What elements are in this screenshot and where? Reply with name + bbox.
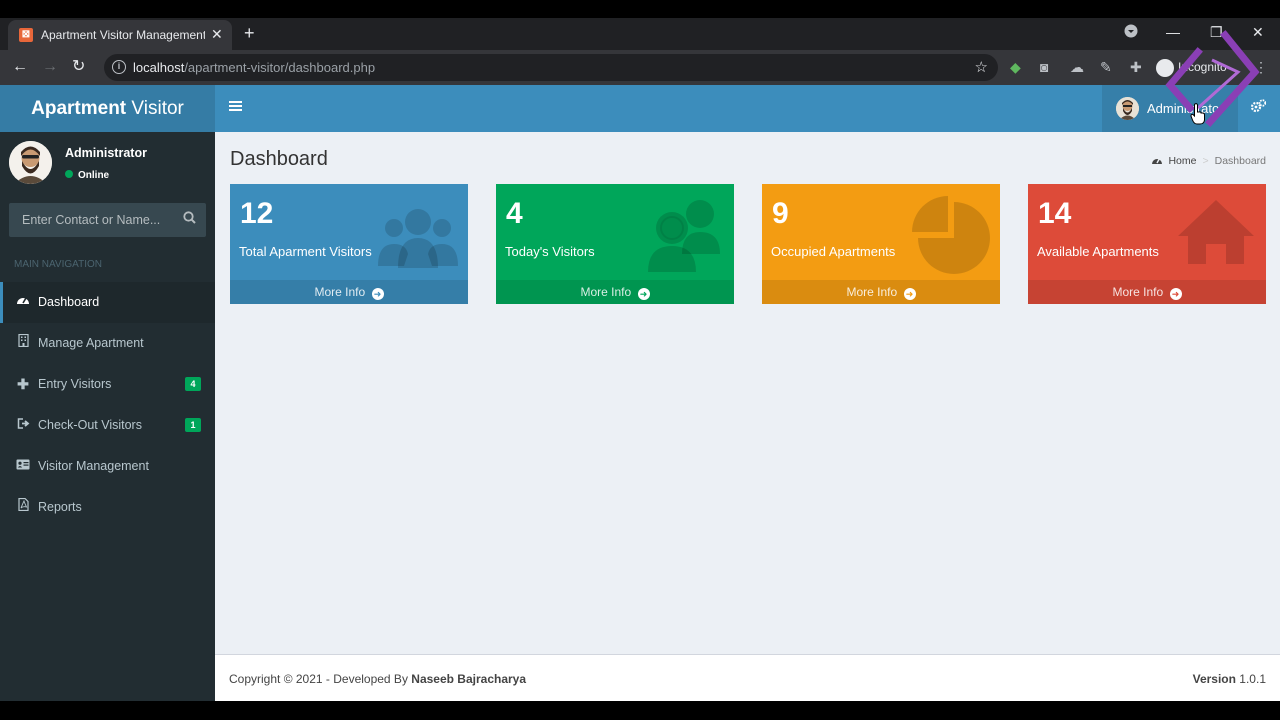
- cloud-icon[interactable]: ☁: [1070, 59, 1084, 75]
- info-icon[interactable]: i: [112, 60, 126, 74]
- screen: ⊠ Apartment Visitor Management S ✕ + — ❐…: [0, 0, 1280, 720]
- breadcrumb: Home > Dashboard: [1151, 155, 1266, 168]
- browser-toolbar: ← → ↻ i localhost/apartment-visitor/dash…: [0, 50, 1280, 85]
- pie-chart-icon: [908, 196, 992, 276]
- favicon-icon: ⊠: [19, 28, 33, 42]
- tab-search-icon[interactable]: [1124, 24, 1138, 41]
- tab-title: Apartment Visitor Management S: [41, 28, 205, 42]
- user-panel: Administrator Online: [0, 132, 215, 192]
- user-status: Online: [65, 170, 109, 182]
- footer: Copyright © 2021 - Developed By Naseeb B…: [215, 654, 1280, 701]
- dashboard-icon: [16, 282, 30, 323]
- stat-box-today-visitors: 4 Today's Visitors More Info ➜: [496, 184, 734, 304]
- url-text: localhost/apartment-visitor/dashboard.ph…: [133, 60, 376, 75]
- reload-icon[interactable]: ↻: [72, 58, 85, 76]
- browser-tab[interactable]: ⊠ Apartment Visitor Management S ✕: [8, 20, 232, 50]
- plus-icon: ✚: [17, 376, 29, 392]
- copyright-text: Copyright © 2021 - Developed By Naseeb B…: [229, 672, 527, 686]
- file-pdf-icon: [16, 487, 30, 528]
- app-logo[interactable]: Apartment Visitor: [0, 85, 215, 132]
- avatar: [1116, 97, 1139, 120]
- sidebar-item-reports[interactable]: Reports: [0, 487, 215, 528]
- user-name: Administrator: [65, 146, 147, 160]
- dashboard-small-icon: [1151, 155, 1163, 168]
- address-bar[interactable]: i localhost/apartment-visitor/dashboard.…: [104, 54, 998, 81]
- user-avatar: [9, 141, 52, 184]
- stat-value: 14: [1038, 197, 1072, 230]
- arrow-circle-right-icon: ➜: [903, 288, 916, 300]
- breadcrumb-current: Dashboard: [1214, 155, 1266, 167]
- stat-label: Total Aparment Visitors: [239, 244, 372, 259]
- user-group-icon: [642, 196, 726, 276]
- entry-visitors-count-badge: 4: [185, 377, 201, 391]
- search-input[interactable]: [9, 203, 174, 237]
- sidebar-item-visitor-management[interactable]: Visitor Management: [0, 446, 215, 487]
- nav-header: MAIN NAVIGATION: [14, 259, 102, 270]
- page-title: Dashboard: [230, 148, 328, 170]
- browser-titlebar: ⊠ Apartment Visitor Management S ✕ + — ❐…: [0, 18, 1280, 50]
- stat-box-available-apartments: 14 Available Apartments More Info ➜: [1028, 184, 1266, 304]
- more-info-link[interactable]: More Info ➜: [496, 280, 734, 304]
- search-icon[interactable]: [183, 211, 196, 228]
- sidebar-item-check-out-visitors[interactable]: Check-Out Visitors 1: [0, 405, 215, 446]
- home-icon: [1174, 196, 1258, 276]
- stat-label: Today's Visitors: [505, 244, 595, 259]
- stat-box-total-visitors: 12 Total Aparment Visitors More Info ➜: [230, 184, 468, 304]
- author-name: Naseeb Bajracharya: [411, 672, 527, 686]
- sidebar-item-entry-visitors[interactable]: ✚ Entry Visitors 4: [0, 364, 215, 405]
- app: Apartment Visitor Administrator Administ…: [0, 85, 1280, 701]
- sidebar: Administrator Online MAIN NAVIGATION Das…: [0, 132, 215, 701]
- pen-icon[interactable]: ✎: [1100, 59, 1112, 75]
- sidebar-item-manage-apartment[interactable]: Manage Apartment: [0, 323, 215, 364]
- sidebar-toggle-icon[interactable]: [229, 99, 242, 117]
- building-icon: [16, 323, 30, 364]
- close-tab-icon[interactable]: ✕: [211, 26, 223, 42]
- check-out-visitors-count-badge: 1: [185, 418, 201, 432]
- stat-value: 4: [506, 197, 523, 230]
- breadcrumb-home[interactable]: Home: [1151, 155, 1196, 167]
- top-navbar: Administrator: [215, 85, 1280, 132]
- stat-value: 12: [240, 197, 274, 230]
- mouse-cursor-icon: [1190, 103, 1206, 125]
- stat-value: 9: [772, 197, 789, 230]
- forward-icon[interactable]: →: [42, 58, 58, 76]
- back-icon[interactable]: ←: [12, 58, 28, 76]
- stat-box-occupied-apartments: 9 Occupied Apartments More Info ➜: [762, 184, 1000, 304]
- stat-label: Available Apartments: [1037, 244, 1159, 259]
- sidebar-item-dashboard[interactable]: Dashboard: [0, 282, 215, 323]
- users-icon: [376, 196, 460, 276]
- more-info-link[interactable]: More Info ➜: [230, 280, 468, 304]
- arrow-circle-right-icon: ➜: [637, 288, 650, 300]
- more-info-link[interactable]: More Info ➜: [1028, 280, 1266, 304]
- more-info-link[interactable]: More Info ➜: [762, 280, 1000, 304]
- version-text: Version 1.0.1: [1192, 672, 1266, 686]
- id-card-icon: [16, 446, 30, 487]
- main-content: Dashboard Home > Dashboard 12 Total Aparme…: [215, 132, 1280, 654]
- bookmark-star-icon[interactable]: ☆: [975, 58, 988, 76]
- sign-out-icon: [16, 405, 30, 446]
- sidebar-search: [9, 203, 206, 237]
- new-tab-icon[interactable]: +: [244, 24, 255, 42]
- extension-icon[interactable]: ◆: [1010, 59, 1021, 75]
- stat-label: Occupied Apartments: [771, 244, 896, 259]
- arrow-circle-right-icon: ➜: [371, 288, 384, 300]
- arrow-circle-right-icon: ➜: [1169, 288, 1182, 300]
- camera-icon[interactable]: ◙: [1040, 59, 1048, 75]
- online-dot-icon: [65, 170, 73, 178]
